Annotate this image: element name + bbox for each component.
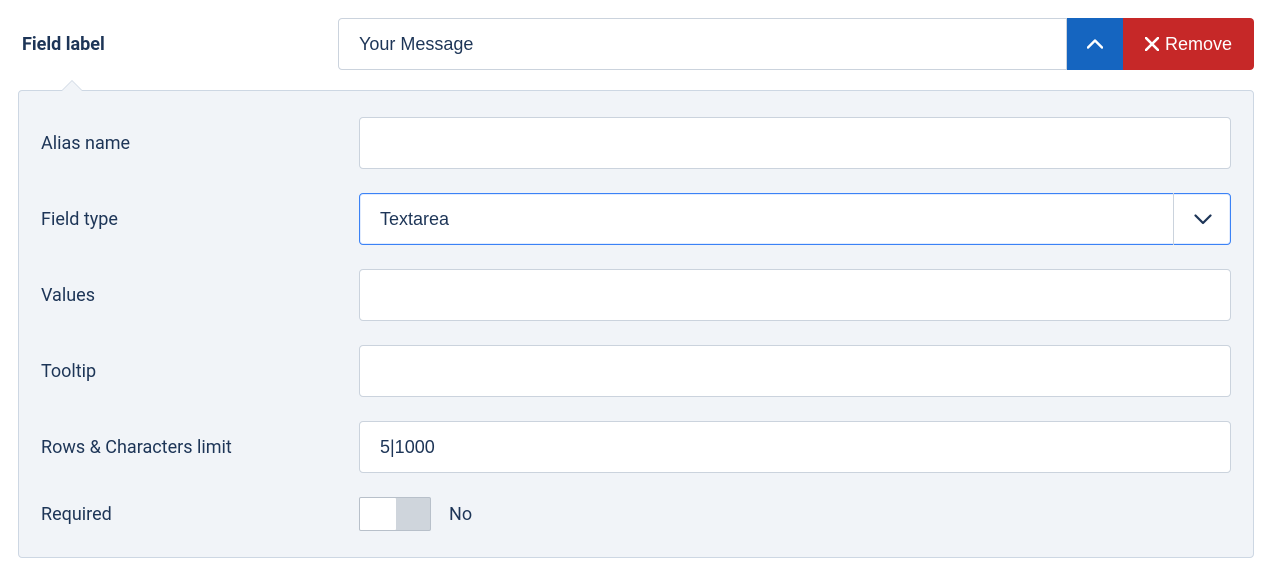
field-label-heading: Field label xyxy=(18,34,338,55)
chevron-up-icon xyxy=(1087,39,1103,49)
values-input[interactable] xyxy=(359,269,1231,321)
remove-button[interactable]: Remove xyxy=(1123,18,1254,70)
alias-name-row: Alias name xyxy=(41,117,1231,169)
rows-chars-label: Rows & Characters limit xyxy=(41,437,359,458)
field-type-row: Field type xyxy=(41,193,1231,245)
rows-chars-row: Rows & Characters limit xyxy=(41,421,1231,473)
field-type-label: Field type xyxy=(41,209,359,230)
required-row: Required No xyxy=(41,497,1231,531)
tooltip-input[interactable] xyxy=(359,345,1231,397)
field-label-controls: Remove xyxy=(338,18,1254,70)
tooltip-label: Tooltip xyxy=(41,361,359,382)
field-settings-panel: Alias name Field type Values Tooltip xyxy=(18,90,1254,558)
collapse-button[interactable] xyxy=(1067,18,1123,70)
alias-name-input[interactable] xyxy=(359,117,1231,169)
required-state-label: No xyxy=(449,504,472,525)
field-type-select[interactable] xyxy=(359,193,1231,245)
tooltip-row: Tooltip xyxy=(41,345,1231,397)
rows-chars-input[interactable] xyxy=(359,421,1231,473)
values-row: Values xyxy=(41,269,1231,321)
field-label-row: Field label Remove xyxy=(18,18,1254,82)
required-label: Required xyxy=(41,504,359,525)
close-icon xyxy=(1145,37,1159,51)
toggle-knob xyxy=(360,498,396,530)
values-label: Values xyxy=(41,285,359,306)
alias-name-label: Alias name xyxy=(41,133,359,154)
field-label-input[interactable] xyxy=(338,18,1067,70)
remove-button-label: Remove xyxy=(1165,34,1232,55)
required-toggle[interactable] xyxy=(359,497,431,531)
